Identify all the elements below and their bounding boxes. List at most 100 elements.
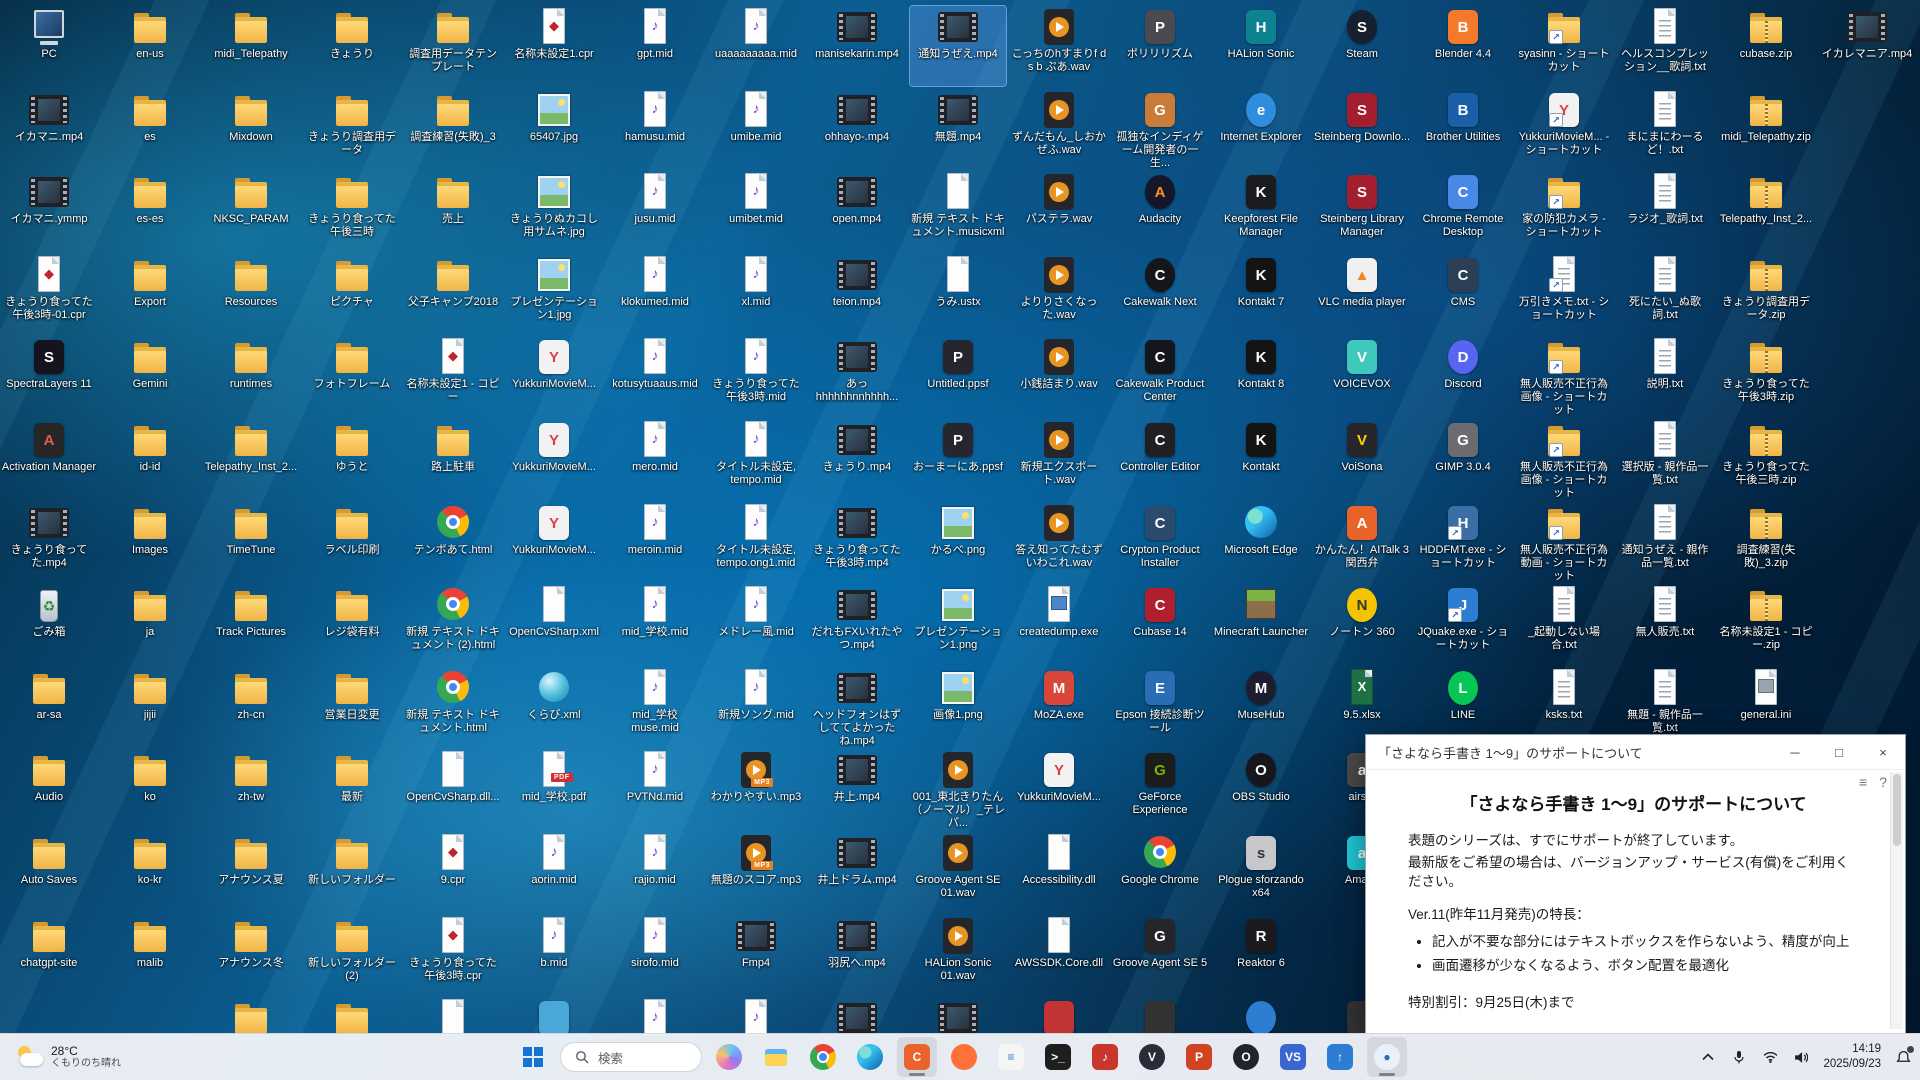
desktop-icon[interactable]: 新規エクスポート.wav — [1011, 419, 1107, 499]
desktop-icon[interactable]: ◆きょうり食ってた午後3時-01.cpr — [1, 254, 97, 334]
minimize-button[interactable]: ─ — [1773, 735, 1817, 769]
desktop-icon[interactable]: Resources — [203, 254, 299, 334]
desktop-icon[interactable]: ◆名称未設定1.cpr — [506, 6, 602, 86]
desktop-icon[interactable]: ko-kr — [102, 832, 198, 912]
desktop-icon[interactable]: きょうり調査用データ.zip — [1718, 254, 1814, 334]
desktop-icon[interactable]: Track Pictures — [203, 584, 299, 664]
desktop-icon[interactable]: YYukkuriMovieM... — [506, 419, 602, 499]
desktop-icon[interactable]: CCubase 14 — [1112, 584, 1208, 664]
desktop-icon[interactable]: CController Editor — [1112, 419, 1208, 499]
mic-icon[interactable] — [1730, 1048, 1748, 1066]
desktop-icon[interactable]: _起動しない場合.txt — [1516, 584, 1612, 664]
desktop-icon[interactable]: EEpson 接続診断ツール — [1112, 667, 1208, 747]
desktop-icon[interactable]: ↗家の防犯カメラ - ショートカット — [1516, 171, 1612, 251]
desktop-icon[interactable]: SSteam — [1314, 6, 1410, 86]
chevron-up-icon[interactable] — [1699, 1048, 1717, 1066]
weather-widget[interactable]: 28°C くもりのち晴れ — [6, 1034, 131, 1080]
desktop-icon[interactable]: イカレマニア.mp4 — [1819, 6, 1915, 86]
desktop-icon[interactable]: cubase.zip — [1718, 6, 1814, 86]
desktop-icon[interactable]: ずんだもん_しおかぜふ.wav — [1011, 89, 1107, 169]
desktop-icon[interactable]: MMoZA.exe — [1011, 667, 1107, 747]
desktop-icon[interactable]: CChrome Remote Desktop — [1415, 171, 1511, 251]
desktop-icon[interactable]: ♪umibe.mid — [708, 89, 804, 169]
blue-folder-app-icon[interactable]: ↑ — [1320, 1037, 1360, 1077]
dialog-titlebar[interactable]: 「さよなら手書き 1〜9」のサポートについて ─ □ × — [1366, 735, 1905, 770]
desktop-icon[interactable]: 父子キャンプ2018 — [405, 254, 501, 334]
desktop-icon[interactable]: 名称未設定1 - コピー.zip — [1718, 584, 1814, 664]
desktop-icon[interactable]: 説明.txt — [1617, 336, 1713, 416]
desktop-icon[interactable]: きょうりぬカコし用サムネ.jpg — [506, 171, 602, 251]
desktop-icon[interactable]: OpenCvSharp.xml — [506, 584, 602, 664]
desktop-icon[interactable]: HHALion Sonic — [1213, 6, 1309, 86]
desktop-icon[interactable]: レジ袋有料 — [304, 584, 400, 664]
desktop-icon[interactable]: Google Chrome — [1112, 832, 1208, 912]
desktop-icon[interactable]: ↗syasinn - ショートカット — [1516, 6, 1612, 86]
desktop-icon[interactable]: KKontakt — [1213, 419, 1309, 499]
desktop-icon[interactable]: ar-sa — [1, 667, 97, 747]
desktop-icon[interactable]: ♪タイトル未設定, tempo.ong1.mid — [708, 502, 804, 582]
desktop-icon[interactable]: PC — [1, 6, 97, 86]
desktop-icon[interactable]: DDiscord — [1415, 336, 1511, 416]
desktop-icon[interactable]: 答え知ってたむずいわこれ.wav — [1011, 502, 1107, 582]
desktop-icon[interactable]: ♪タイトル未設定, tempo.mid — [708, 419, 804, 499]
obs-taskbar-icon[interactable]: O — [1226, 1037, 1266, 1077]
desktop-icon[interactable]: ♪xl.mid — [708, 254, 804, 334]
desktop-icon[interactable]: H↗HDDFMT.exe - ショートカット — [1415, 502, 1511, 582]
desktop-icon[interactable]: ohhayo-.mp4 — [809, 89, 905, 169]
desktop-icon[interactable]: プレゼンテーション1.png — [910, 584, 1006, 664]
desktop-icon[interactable]: イカマニ.mp4 — [1, 89, 97, 169]
desktop-icon[interactable]: パステラ.wav — [1011, 171, 1107, 251]
desktop-icon[interactable]: ko — [102, 749, 198, 829]
desktop-icon[interactable]: zh-tw — [203, 749, 299, 829]
desktop-icon[interactable]: プレゼンテーション1.jpg — [506, 254, 602, 334]
desktop-icon[interactable]: ♪gpt.mid — [607, 6, 703, 86]
round-app-icon[interactable]: ● — [1367, 1037, 1407, 1077]
wifi-icon[interactable] — [1761, 1048, 1779, 1066]
taskbar-clock[interactable]: 14:19 2025/09/23 — [1823, 1042, 1881, 1072]
desktop-icon[interactable]: ↗万引きメモ.txt - ショートカット — [1516, 254, 1612, 334]
desktop-icon[interactable]: だれもFXいれたやつ.mp4 — [809, 584, 905, 664]
desktop-icon[interactable]: Export — [102, 254, 198, 334]
file-explorer-icon[interactable] — [756, 1037, 796, 1077]
desktop-icon[interactable]: midi_Telepathy — [203, 6, 299, 86]
p-app-icon[interactable]: P — [1179, 1037, 1219, 1077]
desktop-icon[interactable]: アナウンス夏 — [203, 832, 299, 912]
desktop-icon[interactable]: malib — [102, 915, 198, 995]
desktop-icon[interactable]: SSteinberg Library Manager — [1314, 171, 1410, 251]
desktop-icon[interactable]: くらび.xml — [506, 667, 602, 747]
desktop-icon[interactable]: YYukkuriMovieM... — [1011, 749, 1107, 829]
desktop-icon[interactable]: 調査練習(失敗)_3.zip — [1718, 502, 1814, 582]
desktop-icon[interactable]: AWSSDK.Core.dll — [1011, 915, 1107, 995]
firefox-icon[interactable] — [944, 1037, 984, 1077]
desktop-icon[interactable]: 新しいフォルダー (2) — [304, 915, 400, 995]
desktop-icon[interactable]: Nノートン 360 — [1314, 584, 1410, 664]
desktop-icon[interactable]: 井上ドラム.mp4 — [809, 832, 905, 912]
desktop-icon[interactable]: sPlogue sforzando x64 — [1213, 832, 1309, 912]
desktop-icon[interactable]: HALion Sonic 01.wav — [910, 915, 1006, 995]
desktop-icon[interactable]: きょうり食ってた午後3時.zip — [1718, 336, 1814, 416]
desktop-icon[interactable]: ラベル印刷 — [304, 502, 400, 582]
desktop-icon[interactable]: アナウンス冬 — [203, 915, 299, 995]
desktop-icon[interactable]: うみ.ustx — [910, 254, 1006, 334]
desktop-icon[interactable]: TimeTune — [203, 502, 299, 582]
desktop-icon[interactable]: ♪kotusytuaaus.mid — [607, 336, 703, 416]
desktop-icon[interactable]: 新規 テキスト ドキュメント (2).html — [405, 584, 501, 664]
edge-icon[interactable] — [850, 1037, 890, 1077]
desktop-icon[interactable]: 路上駐車 — [405, 419, 501, 499]
desktop-icon[interactable]: BBlender 4.4 — [1415, 6, 1511, 86]
desktop-icon[interactable]: open.mp4 — [809, 171, 905, 251]
orange-app-icon[interactable]: C — [897, 1037, 937, 1077]
desktop-icon[interactable]: eInternet Explorer — [1213, 89, 1309, 169]
desktop-icon[interactable]: こっちのhすまりf d s b ぷあ.wav — [1011, 6, 1107, 86]
desktop-icon[interactable]: 65407.jpg — [506, 89, 602, 169]
desktop-icon[interactable]: ♪mero.mid — [607, 419, 703, 499]
desktop-icon[interactable]: RReaktor 6 — [1213, 915, 1309, 995]
desktop-icon[interactable]: YYukkuriMovieM... — [506, 336, 602, 416]
desktop-icon[interactable]: SSpectraLayers 11 — [1, 336, 97, 416]
terminal-icon[interactable]: >_ — [1038, 1037, 1078, 1077]
desktop-icon[interactable]: OpenCvSharp.dll... — [405, 749, 501, 829]
desktop-icon[interactable]: ♪jusu.mid — [607, 171, 703, 251]
desktop-icon[interactable]: ♪新規ソング.mid — [708, 667, 804, 747]
code-app-icon[interactable]: VS — [1273, 1037, 1313, 1077]
desktop-icon[interactable]: Groove Agent SE 01.wav — [910, 832, 1006, 912]
